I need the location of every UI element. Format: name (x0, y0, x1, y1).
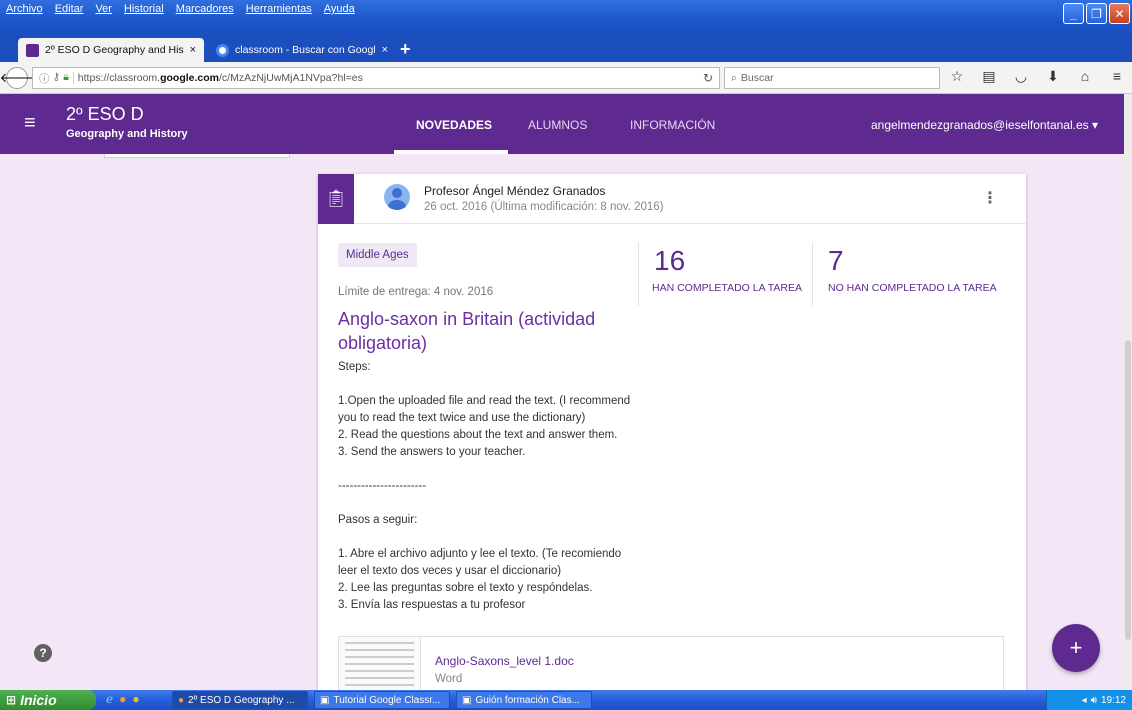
chrome-icon[interactable]: ● (132, 692, 139, 706)
search-icon: ⌕ (731, 71, 737, 84)
restore-button[interactable]: ❐ (1086, 3, 1107, 24)
tab-informacion[interactable]: INFORMACIÓN (630, 118, 715, 132)
taskbar-item-label: Guión formación Clas... (475, 694, 580, 706)
home-icon[interactable]: ⌂ (1076, 68, 1094, 85)
assignment-icon: 📋︎ (318, 174, 354, 224)
completed-label[interactable]: HAN COMPLETADO LA TAREA (652, 282, 802, 294)
menu-list: Archivo Editar Ver Historial Marcadores … (6, 3, 355, 15)
more-options-icon[interactable]: ⋮ (982, 188, 998, 208)
download-icon[interactable]: ⬇ (1044, 68, 1062, 85)
tab-classroom[interactable]: 2º ESO D Geography and Hist... × (18, 38, 204, 62)
tab-title: 2º ESO D Geography and Hist... (45, 44, 184, 56)
taskbar-item-firefox[interactable]: ● 2º ESO D Geography ... (172, 691, 308, 709)
hamburger-menu-icon[interactable]: ≡ (24, 112, 36, 135)
bookmark-star-icon[interactable]: ☆ (948, 68, 966, 85)
url-bar[interactable]: ⓘ ⚷ 🔒︎ https://classroom.google.com/c/Mz… (32, 67, 720, 89)
navigation-bar: 🡐 ⓘ ⚷ 🔒︎ https://classroom.google.com/c/… (0, 62, 1132, 94)
scrollbar-thumb[interactable] (1125, 340, 1131, 640)
tab-strip: 2º ESO D Geography and Hist... × classro… (0, 36, 1132, 62)
menu-archivo[interactable]: Archivo (6, 3, 43, 15)
stats-divider (812, 242, 813, 306)
completed-count[interactable]: 16 (654, 245, 685, 277)
lock-icon: 🔒︎ (63, 70, 69, 83)
site-identity[interactable]: ⓘ ⚷ 🔒︎ (33, 71, 73, 86)
attachment-type: Word (435, 673, 463, 685)
assignment-description: Steps: 1.Open the uploaded file and read… (338, 361, 631, 611)
window-controls: _ ❐ ✕ (1063, 3, 1130, 24)
word-doc-icon: ▣ (320, 694, 330, 706)
menu-icon[interactable]: ≡ (1108, 68, 1126, 85)
tab-alumnos[interactable]: ALUMNOS (528, 118, 587, 132)
tab-close-icon[interactable]: × (382, 44, 388, 56)
not-completed-label[interactable]: NO HAN COMPLETADO LA TAREA (828, 282, 997, 294)
taskbar-item-label: Tutorial Google Classr... (333, 694, 441, 706)
menu-herramientas[interactable]: Herramientas (246, 3, 312, 15)
taskbar-item-tutorial[interactable]: ▣ Tutorial Google Classr... (314, 691, 450, 709)
post-author: Profesor Ángel Méndez Granados (424, 184, 606, 198)
taskbar-item-guion[interactable]: ▣ Guión formación Clas... (456, 691, 592, 709)
assignment-card: 📋︎ Profesor Ángel Méndez Granados 26 oct… (318, 174, 1026, 690)
reading-list-icon[interactable]: ▤ (980, 68, 998, 85)
due-date: Límite de entrega: 4 nov. 2016 (338, 286, 494, 298)
system-tray: ◂ 🔊︎ 19:12 (1046, 690, 1132, 710)
pocket-icon[interactable]: ◡ (1012, 68, 1030, 85)
menu-historial[interactable]: Historial (124, 3, 164, 15)
tab-google-search[interactable]: classroom - Buscar con Google × (208, 38, 396, 62)
windows-flag-icon: ⊞ (6, 693, 17, 707)
search-input[interactable]: ⌕ Buscar (724, 67, 940, 89)
start-label: Inicio (20, 692, 57, 708)
class-subject: Geography and History (66, 128, 188, 140)
avatar (384, 184, 410, 210)
volume-icon[interactable]: 🔊︎ (1091, 695, 1097, 706)
clock: 19:12 (1100, 694, 1126, 706)
stats-divider (638, 242, 639, 306)
firefox-icon[interactable]: ● (119, 692, 126, 706)
attachment-thumbnail (339, 637, 421, 690)
menu-ayuda[interactable]: Ayuda (324, 3, 355, 15)
help-icon[interactable]: ? (34, 644, 52, 662)
add-button[interactable]: + (1052, 624, 1100, 672)
stream-area: 📋︎ Profesor Ángel Méndez Granados 26 oct… (0, 154, 1124, 690)
back-arrow-icon: 🡐 (0, 70, 35, 85)
menu-marcadores[interactable]: Marcadores (176, 3, 234, 15)
not-completed-count[interactable]: 7 (828, 245, 844, 277)
account-menu[interactable]: angelmendezgranados@ieselfontanal.es ▾ (871, 118, 1098, 132)
browser-menubar: Archivo Editar Ver Historial Marcadores … (0, 0, 1132, 36)
network-icon[interactable]: ◂ (1082, 695, 1087, 706)
url-text: https://classroom.google.com/c/MzAzNjUwM… (72, 72, 363, 84)
attachment-name[interactable]: Anglo-Saxons_level 1.doc (435, 654, 574, 668)
minimize-button[interactable]: _ (1063, 3, 1084, 24)
taskbar: ⊞ Inicio ℯ ● ● ● 2º ESO D Geography ... … (0, 690, 1132, 710)
page-scrollbar[interactable] (1124, 94, 1132, 690)
reload-icon[interactable]: ↻ (703, 71, 713, 85)
word-doc-icon: ▣ (462, 694, 472, 706)
menu-ver[interactable]: Ver (95, 3, 112, 15)
classroom-favicon-icon (26, 43, 39, 57)
tab-close-icon[interactable]: × (190, 44, 196, 56)
firefox-icon: ● (178, 694, 185, 706)
classroom-header: ≡ 2º ESO D Geography and History NOVEDAD… (0, 94, 1124, 154)
back-button[interactable]: 🡐 (0, 67, 34, 89)
quick-launch: ℯ ● ● (106, 692, 140, 706)
assignment-title[interactable]: Anglo-saxon in Britain (actividad obliga… (338, 307, 658, 355)
new-tab-button[interactable]: + (400, 39, 411, 59)
key-icon: ⚷ (52, 70, 61, 83)
tab-title: classroom - Buscar con Google (235, 44, 376, 56)
card-header: 📋︎ Profesor Ángel Méndez Granados 26 oct… (318, 174, 1026, 224)
tab-novedades[interactable]: NOVEDADES (416, 118, 492, 132)
search-placeholder: Buscar (740, 72, 774, 84)
class-name[interactable]: 2º ESO D (66, 104, 144, 125)
menu-editar[interactable]: Editar (55, 3, 84, 15)
start-button[interactable]: ⊞ Inicio (0, 690, 96, 710)
toolbar-icons: ☆ ▤ ◡ ⬇ ⌂ ≡ (948, 68, 1126, 85)
close-window-button[interactable]: ✕ (1109, 3, 1130, 24)
topic-chip[interactable]: Middle Ages (338, 243, 417, 267)
attachment[interactable]: Anglo-Saxons_level 1.doc Word (338, 636, 1004, 690)
previous-card-edge (104, 154, 290, 158)
post-date: 26 oct. 2016 (Última modificación: 8 nov… (424, 201, 664, 213)
google-favicon-icon (216, 43, 229, 57)
ie-icon[interactable]: ℯ (106, 692, 113, 706)
taskbar-item-label: 2º ESO D Geography ... (188, 694, 295, 706)
info-icon: ⓘ (39, 72, 50, 85)
